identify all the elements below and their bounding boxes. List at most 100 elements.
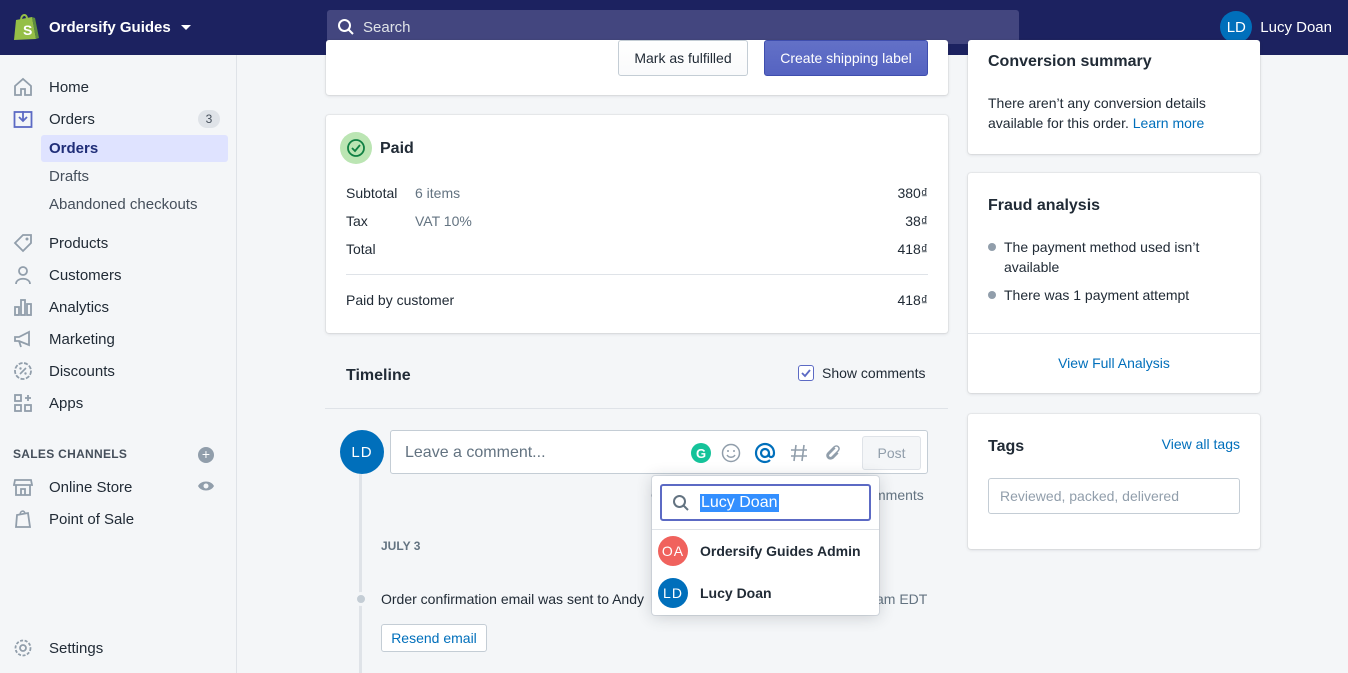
timeline-event-text: Order confirmation email was sent to And… <box>381 591 645 607</box>
divider <box>346 274 928 275</box>
timeline-divider <box>325 408 948 409</box>
sidebar-item-label: Home <box>49 78 90 96</box>
person-icon <box>12 264 34 286</box>
sidebar-item-label: Discounts <box>49 362 115 380</box>
user-name: Lucy Doan <box>1260 18 1332 36</box>
view-full-analysis-link[interactable]: View Full Analysis <box>968 355 1260 371</box>
tags-card: Tags View all tags Reviewed, packed, del… <box>968 414 1260 549</box>
post-button[interactable]: Post <box>862 436 921 470</box>
caret-down-icon <box>180 24 191 30</box>
tax-detail: VAT 10% <box>415 213 472 229</box>
fraud-indicator-text: There was 1 payment attempt <box>1004 287 1190 303</box>
show-comments-toggle[interactable]: Show comments <box>798 365 925 381</box>
sidebar-item-orders[interactable]: Orders 3 <box>0 105 236 133</box>
commenter-avatar: LD <box>340 430 384 474</box>
sidebar-item-label: Products <box>49 234 109 252</box>
tags-input-placeholder: Reviewed, packed, delivered <box>1000 488 1179 504</box>
checkmark-icon <box>801 369 811 378</box>
search-bar[interactable]: Search <box>327 10 1019 44</box>
sidebar-item-analytics[interactable]: Analytics <box>0 293 236 321</box>
sidebar-item-apps[interactable]: Apps <box>0 389 236 417</box>
timeline-line <box>359 470 362 673</box>
subtotal-label: Subtotal <box>346 185 398 201</box>
sidebar-item-label: Orders <box>49 110 95 128</box>
payment-card: Paid Subtotal 6 items 380₫ Tax VAT 10% 3… <box>326 115 948 333</box>
paid-by-label: Paid by customer <box>346 292 455 308</box>
avatar: LD <box>658 578 688 608</box>
sidebar-item-settings[interactable]: Settings <box>0 634 236 662</box>
grammarly-icon[interactable]: G <box>690 442 712 464</box>
fraud-analysis-title: Fraud analysis <box>988 197 1101 214</box>
conversion-summary-title: Conversion summary <box>988 53 1152 70</box>
tax-value: 38₫ <box>905 213 928 229</box>
hashtag-icon[interactable] <box>788 442 810 464</box>
sidebar-subitem-drafts[interactable]: Drafts <box>41 163 228 190</box>
sidebar-item-products[interactable]: Products <box>0 229 236 257</box>
subtotal-detail: 6 items <box>415 185 461 201</box>
divider <box>968 333 1260 334</box>
eye-icon[interactable] <box>197 479 215 496</box>
timeline-event-dot <box>354 592 368 606</box>
sidebar-item-label: Apps <box>49 394 84 412</box>
sales-channels-heading: SALES CHANNELS <box>13 447 128 461</box>
fraud-indicator-text: The payment method used isn’t available <box>1004 239 1200 275</box>
bullet-icon <box>988 291 996 299</box>
sidebar-item-customers[interactable]: Customers <box>0 261 236 289</box>
sidebar-item-point-of-sale[interactable]: Point of Sale <box>0 505 236 533</box>
create-shipping-label-button[interactable]: Create shipping label <box>764 40 928 76</box>
fulfillment-card: Mark as fulfilled Create shipping label <box>326 40 948 95</box>
sidebar-subitem-orders[interactable]: Orders <box>41 135 228 162</box>
payment-status: Paid <box>380 140 414 157</box>
sidebar-item-discounts[interactable]: Discounts <box>0 357 236 385</box>
sidebar-item-marketing[interactable]: Marketing <box>0 325 236 353</box>
megaphone-icon <box>12 328 34 350</box>
mention-option-name: Ordersify Guides Admin <box>700 543 861 559</box>
sidebar-item-label: Online Store <box>49 478 133 496</box>
learn-more-link[interactable]: Learn more <box>1133 115 1205 131</box>
mention-search-input[interactable]: Lucy Doan <box>660 484 871 521</box>
home-icon <box>12 76 34 98</box>
sidebar-item-label: Marketing <box>49 330 115 348</box>
sidebar-item-home[interactable]: Home <box>0 73 236 101</box>
show-comments-label: Show comments <box>822 365 926 381</box>
mention-icon[interactable] <box>754 442 776 464</box>
tags-input[interactable]: Reviewed, packed, delivered <box>988 478 1240 514</box>
comment-placeholder: Leave a comment... <box>405 444 546 461</box>
tag-icon <box>12 232 34 254</box>
sidebar-item-label: Customers <box>49 266 122 284</box>
apps-icon <box>12 392 34 414</box>
store-switcher[interactable]: S Ordersify Guides <box>13 12 191 42</box>
subtotal-value: 380₫ <box>897 185 928 201</box>
orders-count-badge: 3 <box>198 110 220 128</box>
store-icon <box>12 476 34 498</box>
sidebar-item-label: Settings <box>49 639 104 657</box>
mention-search-query: Lucy Doan <box>700 493 779 512</box>
avatar: OA <box>658 536 688 566</box>
sidebar-item-online-store[interactable]: Online Store <box>0 473 236 501</box>
tags-title: Tags <box>988 438 1025 455</box>
shopify-bag-icon: S <box>14 14 39 40</box>
view-all-tags-link[interactable]: View all tags <box>1162 436 1240 452</box>
mention-option[interactable]: OA Ordersify Guides Admin <box>658 533 873 569</box>
behind-popup-text-right: mments <box>874 487 924 503</box>
show-comments-checkbox[interactable] <box>798 365 814 381</box>
orders-icon <box>12 108 34 130</box>
gear-icon <box>12 637 34 659</box>
fraud-indicator: The payment method used isn’t available <box>988 237 1228 277</box>
sidebar-subitem-abandoned-checkouts[interactable]: Abandoned checkouts <box>41 191 228 218</box>
conversion-summary-text: There aren’t any conversion details avai… <box>988 93 1238 133</box>
mark-as-fulfilled-button[interactable]: Mark as fulfilled <box>618 40 748 76</box>
discount-icon <box>12 360 34 382</box>
comment-input[interactable]: Leave a comment... G Post <box>390 430 928 474</box>
add-sales-channel-icon[interactable]: + <box>198 447 214 463</box>
timeline-title: Timeline <box>346 367 411 384</box>
attachment-icon[interactable] <box>822 442 844 464</box>
user-menu[interactable]: LD Lucy Doan <box>1220 11 1332 43</box>
fraud-analysis-card: Fraud analysis The payment method used i… <box>968 173 1260 393</box>
total-label: Total <box>346 241 376 257</box>
resend-email-button[interactable]: Resend email <box>381 624 487 652</box>
sidebar-item-label: Analytics <box>49 298 110 316</box>
avatar: LD <box>1220 11 1253 43</box>
mention-option[interactable]: LD Lucy Doan <box>658 575 873 611</box>
emoji-icon[interactable] <box>720 442 742 464</box>
